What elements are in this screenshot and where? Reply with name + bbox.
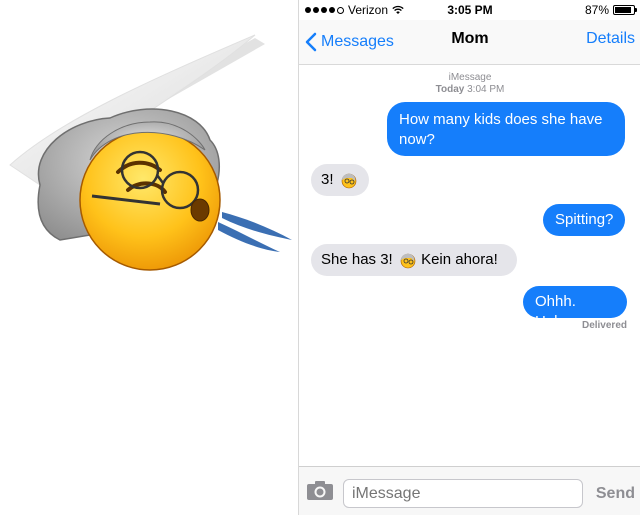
- message-bubble-outgoing[interactable]: Ohhh. Haha: [523, 286, 627, 330]
- details-button[interactable]: Details: [586, 20, 635, 64]
- time-label: 3:04 PM: [467, 84, 505, 95]
- message-text: 3!: [321, 171, 334, 188]
- status-bar: Verizon 3:05 PM 87%: [299, 0, 640, 20]
- old-lady-emoji-icon: [341, 173, 356, 189]
- messages-screen: Verizon 3:05 PM 87% Messages Mom Details…: [298, 0, 640, 515]
- message-input[interactable]: [343, 479, 583, 508]
- message-bubble-incoming[interactable]: She has 3! Kein ahora!: [311, 244, 517, 276]
- back-label: Messages: [321, 33, 394, 50]
- service-label: iMessage: [448, 72, 492, 83]
- message-text: Spitting?: [555, 211, 614, 228]
- message-bubble-outgoing[interactable]: How many kids does she have now?: [387, 102, 625, 156]
- message-bubble-incoming[interactable]: 3!: [311, 164, 369, 196]
- message-text: How many kids does she have now?: [399, 111, 603, 148]
- battery-percentage: 87%: [584, 3, 609, 17]
- message-thread[interactable]: iMessage Today 3:04 PM How many kids doe…: [299, 64, 640, 466]
- message-bubble-outgoing[interactable]: Spitting?: [543, 204, 625, 236]
- old-lady-spitting-emoji-illustration: [9, 34, 292, 271]
- message-text-before-emoji: She has 3!: [321, 251, 393, 268]
- message-composer: Send: [299, 466, 640, 515]
- send-button[interactable]: Send: [596, 479, 635, 508]
- message-text: Ohhh. Haha: [535, 293, 576, 330]
- old-lady-emoji-icon: [400, 253, 416, 269]
- delivered-status: Delivered: [581, 320, 627, 331]
- day-label: Today: [435, 84, 465, 95]
- message-text-after-emoji: Kein ahora!: [421, 251, 498, 268]
- navigation-bar: Messages Mom Details: [299, 20, 640, 65]
- back-to-messages-button[interactable]: Messages: [305, 20, 394, 64]
- battery-icon: [613, 5, 637, 15]
- thread-timestamp: Today 3:04 PM: [299, 84, 640, 95]
- camera-icon[interactable]: [306, 479, 334, 501]
- illustration-panel: [0, 0, 298, 515]
- chevron-left-icon: [305, 32, 317, 52]
